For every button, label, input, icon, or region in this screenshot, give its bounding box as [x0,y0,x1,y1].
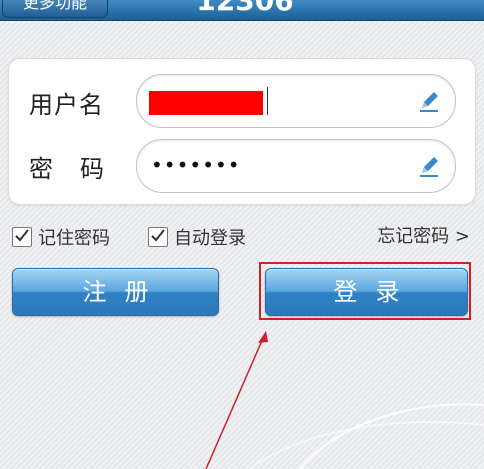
annotation-arrow [205,331,268,469]
